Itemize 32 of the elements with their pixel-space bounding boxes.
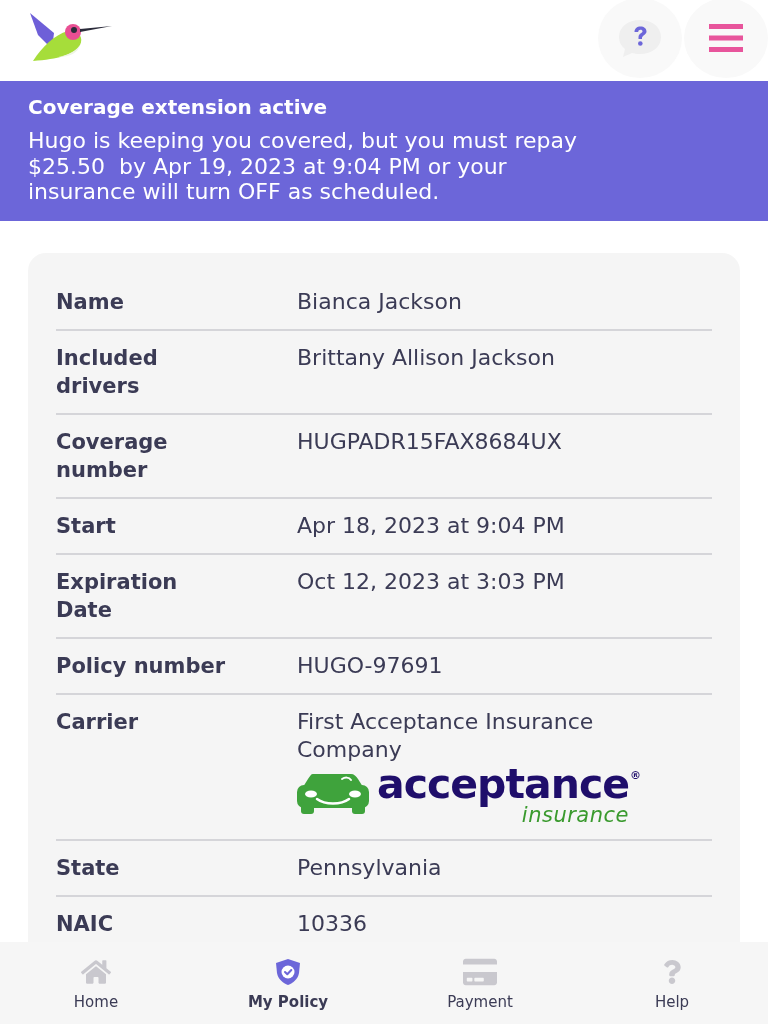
detail-value: Brittany Allison Jackson <box>297 343 555 372</box>
nav-tab[interactable]: My Policy <box>192 942 384 1024</box>
nav-tab[interactable]: Help <box>576 942 768 1024</box>
detail-label: Policy number <box>56 652 226 680</box>
banner-title: Coverage extension active <box>28 94 329 120</box>
detail-label: NAIC <box>56 910 114 938</box>
detail-value: 10336 <box>297 909 367 938</box>
carrier-tagline: insurance <box>521 803 629 826</box>
detail-value: Bianca Jackson <box>297 287 462 316</box>
detail-value: Apr 18, 2023 at 9:04 PM <box>297 511 565 540</box>
registered-mark: ® <box>630 769 641 782</box>
shield-check-icon <box>275 958 301 986</box>
menu-button[interactable] <box>684 0 768 78</box>
help-bubble-icon <box>617 18 663 58</box>
detail-label: Name <box>56 288 124 316</box>
detail-label: Start <box>56 512 116 540</box>
detail-label: Included drivers <box>56 344 159 400</box>
detail-value: HUGPADR15FAX8684UX <box>297 427 562 456</box>
nav-tab[interactable]: Home <box>0 942 192 1024</box>
detail-label: State <box>56 854 120 882</box>
detail-value: Oct 12, 2023 at 3:03 PM <box>297 567 565 596</box>
home-icon <box>81 957 111 987</box>
detail-label: Coverage number <box>56 428 169 484</box>
banner-message: Hugo is keeping you covered, but you must repay $25.50 by Apr 19, 2023 at 9:04 PM or your insurance will turn OFF as scheduled. <box>28 128 578 205</box>
detail-value: Pennsylvania <box>297 853 442 882</box>
smiling-car-icon <box>297 771 369 814</box>
menu-icon <box>709 24 743 52</box>
detail-label: Expiration Date <box>56 568 179 624</box>
detail-value: HUGO-97691 <box>297 651 443 680</box>
detail-value: First Acceptance Insurance Company <box>297 707 595 764</box>
nav-tab[interactable]: Payment <box>384 942 576 1024</box>
detail-label: Carrier <box>56 708 139 736</box>
